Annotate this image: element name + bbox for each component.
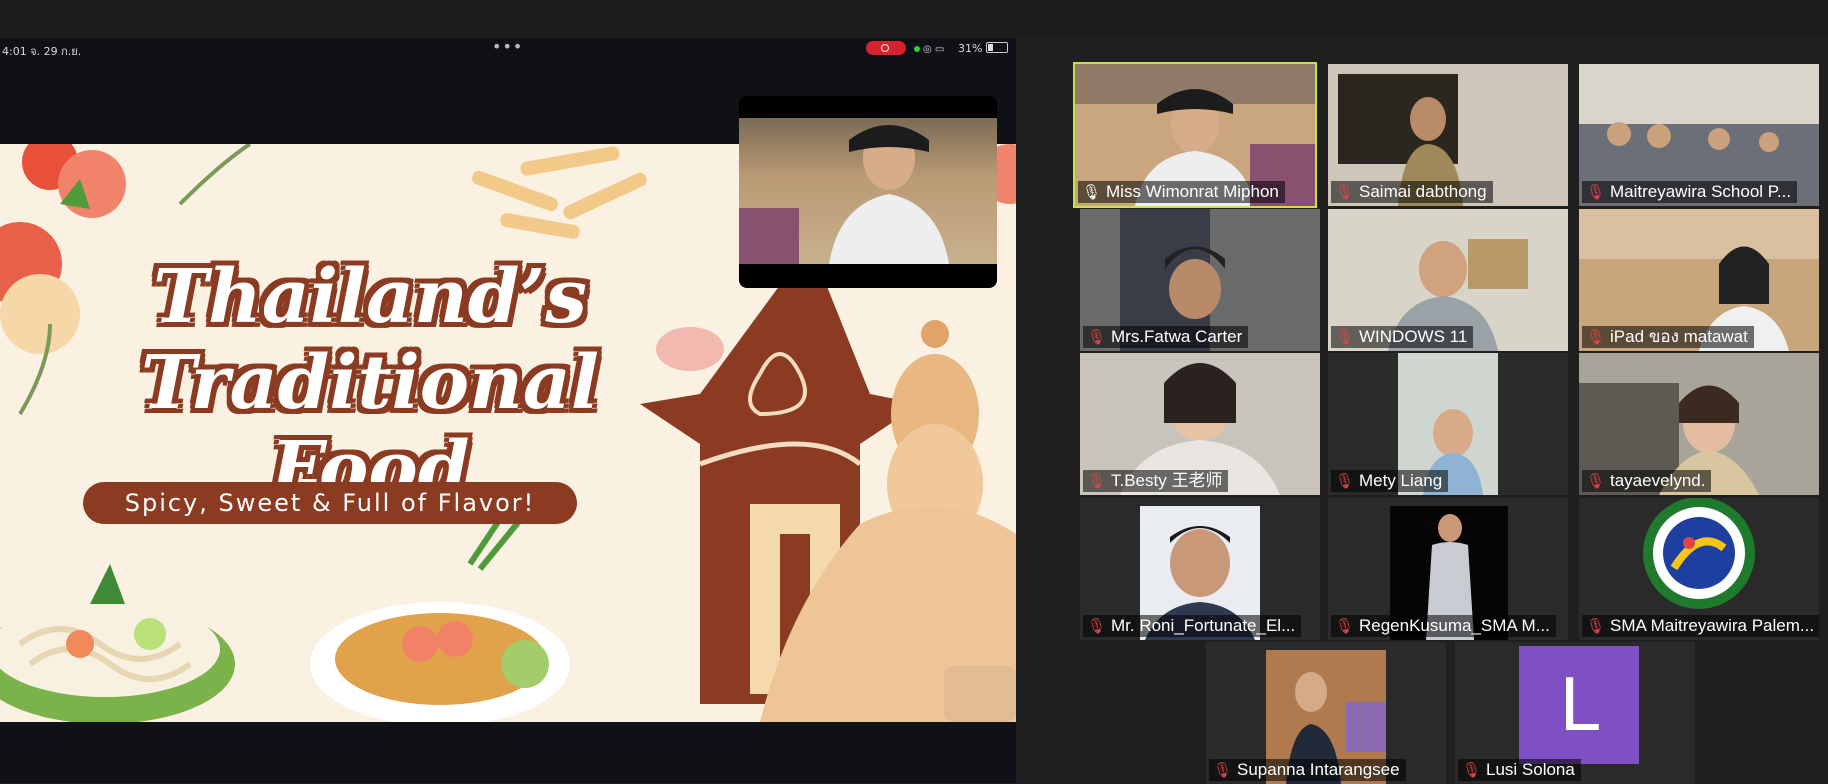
participant-tile[interactable]: 🎙 Supanna Intarangsee: [1206, 642, 1446, 784]
mic-muted-icon: 🎙: [1335, 617, 1355, 635]
participant-name: 🎙 iPad ของ matawat: [1582, 326, 1754, 348]
participant-name: 🎙 Lusi Solona: [1458, 759, 1581, 781]
participant-name: 🎙 tayaevelynd.: [1582, 470, 1712, 492]
more-options-icon: •••: [492, 38, 524, 56]
participant-tile[interactable]: 🎙 Miss Wimonrat Miphon: [1073, 62, 1317, 208]
participant-name: 🎙 Maitreyawira School P...: [1582, 181, 1798, 203]
participant-tile[interactable]: 🎙 WINDOWS 11: [1328, 209, 1568, 351]
slide-subtitle: Spicy, Sweet & Full of Flavor!: [83, 482, 577, 524]
camera-active-icon: [914, 46, 920, 52]
meeting-top-bar: [0, 0, 1828, 38]
mic-muted-icon: 🎙: [1335, 328, 1355, 346]
mic-muted-icon: 🎙: [1213, 761, 1233, 779]
slide-title: Thailand’s Traditional Food: [40, 254, 700, 512]
slide-title-line1: Thailand’s: [153, 254, 587, 340]
participant-name: 🎙 T.Besty 王老师: [1083, 470, 1229, 492]
mic-muted-icon: 🎙: [1335, 472, 1355, 490]
person-silhouette: [739, 125, 949, 264]
status-time: 4:01 จ. 29 ก.ย.: [2, 45, 82, 58]
participant-name: 🎙 Supanna Intarangsee: [1209, 759, 1406, 781]
participant-tile[interactable]: 🎙 SMA Maitreyawira Palem...: [1579, 498, 1819, 640]
participant-tile[interactable]: 🎙 T.Besty 王老师: [1080, 353, 1320, 495]
battery-icon: [986, 42, 1008, 53]
mic-on-icon: 🎙: [1082, 183, 1102, 201]
participant-tile[interactable]: 🎙 RegenKusuma_SMA M...: [1328, 498, 1568, 640]
mic-muted-icon: 🎙: [1586, 472, 1606, 490]
participant-tile[interactable]: 🎙 iPad ของ matawat: [1579, 209, 1819, 351]
self-view-video: [739, 118, 997, 264]
participant-tile[interactable]: 🎙 Saimai dabthong: [1328, 64, 1568, 206]
shared-screen[interactable]: 4:01 จ. 29 ก.ย. ••• ◎ ▭ 31% Thailand’s T…: [0, 38, 1016, 783]
herb-icon: [178, 144, 252, 206]
mic-muted-icon: 🎙: [1586, 328, 1606, 346]
tomato-icon: [58, 150, 126, 218]
participant-name: 🎙 Saimai dabthong: [1331, 181, 1493, 203]
participant-name: 🎙 Mr. Roni_Fortunate_El...: [1083, 615, 1302, 637]
participant-tile[interactable]: 🎙 Mr. Roni_Fortunate_El...: [1080, 498, 1320, 640]
mic-muted-icon: 🎙: [1335, 183, 1355, 201]
ipad-status-bar: 4:01 จ. 29 ก.ย. ••• ◎ ▭ 31%: [0, 38, 1016, 60]
mic-muted-icon: 🎙: [1586, 183, 1606, 201]
participant-tile[interactable]: 🎙 Mety Liang: [1328, 353, 1568, 495]
participant-tile[interactable]: 🎙 Mrs.Fatwa Carter: [1080, 209, 1320, 351]
mic-muted-icon: 🎙: [1087, 472, 1107, 490]
participant-name: 🎙 WINDOWS 11: [1331, 326, 1474, 348]
pad-thai-plate-icon: [310, 502, 570, 722]
participant-name: 🎙 Mrs.Fatwa Carter: [1083, 326, 1249, 348]
assistive-touch-icon: [944, 666, 1016, 722]
battery-percent: 31%: [958, 42, 983, 55]
dry-noodles-icon: [472, 146, 647, 239]
wifi-icon: ◎ ▭: [923, 44, 945, 55]
self-view-pip[interactable]: [739, 96, 997, 288]
system-icons: ◎ ▭: [914, 42, 944, 55]
participant-tile[interactable]: 🎙 Maitreyawira School P...: [1579, 64, 1819, 206]
screen-recording-icon: [866, 41, 906, 55]
mic-muted-icon: 🎙: [1586, 617, 1606, 635]
mic-muted-icon: 🎙: [1087, 617, 1107, 635]
participant-name: 🎙 RegenKusuma_SMA M...: [1331, 615, 1556, 637]
avatar: L: [1519, 646, 1639, 764]
mic-muted-icon: 🎙: [1087, 328, 1107, 346]
mic-muted-icon: 🎙: [1462, 761, 1482, 779]
participant-name: 🎙 SMA Maitreyawira Palem...: [1582, 615, 1819, 637]
participant-tile[interactable]: 🎙 tayaevelynd.: [1579, 353, 1819, 495]
participant-name: 🎙 Mety Liang: [1331, 470, 1449, 492]
participant-name: 🎙 Miss Wimonrat Miphon: [1078, 181, 1285, 203]
participant-tile[interactable]: L 🎙 Lusi Solona: [1455, 642, 1695, 784]
noodle-bowl-icon: [0, 564, 235, 722]
